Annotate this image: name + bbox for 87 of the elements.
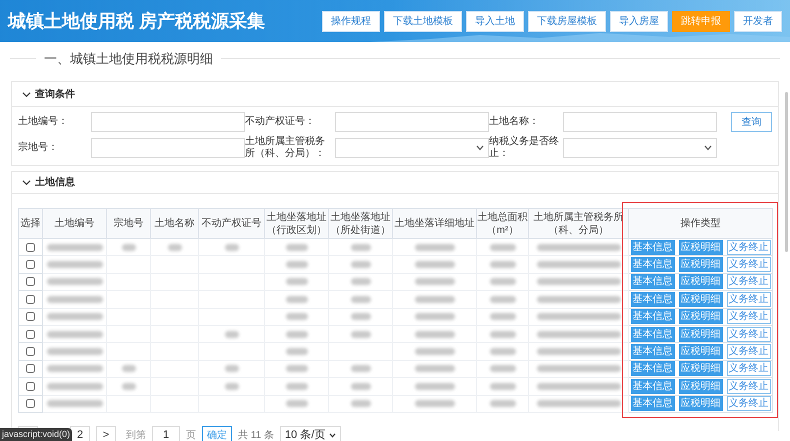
action-button[interactable]: 应税明细 — [678, 378, 722, 394]
page-title: 城镇土地使用税 房产税税源采集 — [8, 10, 266, 32]
action-button[interactable]: 基本信息 — [630, 326, 674, 342]
field-label: 土地名称： — [489, 116, 540, 128]
action-button[interactable]: 应税明细 — [678, 361, 722, 376]
header-button[interactable]: 操作规程 — [322, 10, 380, 32]
search-button[interactable]: 查询 — [731, 112, 772, 132]
column-header: 操作类型 — [680, 217, 722, 230]
column-header: 土地坐落详细地址 — [394, 217, 476, 230]
action-button[interactable]: 义务终止 — [726, 378, 770, 394]
row-checkbox[interactable] — [26, 399, 35, 408]
action-button[interactable]: 义务终止 — [726, 274, 770, 290]
header-button[interactable]: 导入土地 — [466, 10, 524, 32]
action-button[interactable]: 义务终止 — [726, 240, 770, 255]
action-button[interactable]: 应税明细 — [678, 274, 722, 290]
input-field[interactable] — [91, 138, 245, 158]
action-button[interactable]: 基本信息 — [630, 292, 674, 307]
header-button[interactable]: 导入房屋 — [610, 10, 668, 32]
goto-label: 到第 — [126, 428, 146, 441]
action-button[interactable]: 应税明细 — [678, 257, 722, 272]
action-button[interactable]: 义务终止 — [726, 396, 770, 412]
header-button[interactable]: 下载土地模板 — [384, 10, 462, 32]
row-checkbox[interactable] — [26, 382, 35, 391]
input-field[interactable] — [335, 112, 489, 132]
caret-icon — [704, 145, 712, 151]
row-checkbox[interactable] — [26, 277, 35, 286]
chevron-icon[interactable] — [22, 178, 31, 187]
column-header: 选择 — [20, 217, 42, 230]
caret-icon — [476, 145, 484, 151]
action-button[interactable]: 基本信息 — [630, 344, 674, 360]
confirm-button[interactable]: 确定 — [202, 426, 232, 441]
field-label: 纳税义务是否终止： — [489, 136, 560, 160]
action-button[interactable]: 应税明细 — [678, 344, 722, 360]
column-header: 土地名称 — [154, 217, 196, 230]
action-button[interactable]: 应税明细 — [678, 292, 722, 307]
caret-icon — [329, 432, 336, 438]
action-button[interactable]: 义务终止 — [726, 344, 770, 360]
section-title: 一、城镇土地使用税税源明细 — [44, 50, 213, 68]
action-button[interactable]: 义务终止 — [726, 257, 770, 272]
action-button[interactable]: 义务终止 — [726, 326, 770, 342]
panel-title: 查询条件 — [35, 88, 75, 102]
action-button[interactable]: 应税明细 — [678, 240, 722, 255]
column-header: 土地编号 — [54, 217, 96, 230]
url-tooltip: javascript:void(0) — [0, 428, 72, 441]
action-button[interactable]: 基本信息 — [630, 309, 674, 324]
row-checkbox[interactable] — [26, 294, 35, 304]
next-page-button[interactable]: > — [96, 426, 116, 441]
field-label: 土地所属主管税务所（科、分局）： — [245, 136, 326, 160]
input-field[interactable] — [91, 112, 245, 132]
column-header: 不动产权证号 — [200, 217, 262, 230]
column-header: 土地总面积 （m²） — [477, 210, 528, 236]
field-label: 宗地号： — [18, 142, 59, 154]
action-button[interactable]: 应税明细 — [678, 309, 722, 324]
column-header: 土地坐落地址 （所处街道） — [330, 210, 392, 236]
row-checkbox[interactable] — [26, 242, 35, 252]
action-button[interactable]: 义务终止 — [726, 309, 770, 324]
page-input[interactable]: 1 — [152, 426, 180, 441]
row-checkbox[interactable] — [26, 260, 35, 269]
page-size-select[interactable]: 10 条/页 — [280, 426, 342, 441]
header-button[interactable]: 开发者 — [734, 10, 782, 32]
select-field[interactable] — [563, 138, 717, 158]
action-button[interactable]: 基本信息 — [630, 274, 674, 290]
action-button[interactable]: 基本信息 — [630, 240, 674, 255]
header-button[interactable]: 下载房屋模板 — [528, 10, 606, 32]
column-header: 土地坐落地址 （行政区划） — [266, 210, 328, 236]
action-button[interactable]: 应税明细 — [678, 396, 722, 412]
column-header: 宗地号 — [112, 217, 144, 230]
action-button[interactable]: 基本信息 — [630, 361, 674, 376]
header-button[interactable]: 跳转申报 — [672, 10, 730, 32]
field-label: 不动产权证号： — [245, 116, 316, 128]
field-label: 土地编号： — [18, 116, 69, 128]
action-button[interactable]: 义务终止 — [726, 292, 770, 307]
row-checkbox[interactable] — [26, 364, 35, 374]
panel-title: 土地信息 — [35, 176, 75, 190]
input-field[interactable] — [563, 112, 717, 132]
action-button[interactable]: 基本信息 — [630, 378, 674, 394]
row-checkbox[interactable] — [26, 312, 35, 322]
action-button[interactable]: 义务终止 — [726, 361, 770, 376]
total-count: 共 11 条 — [238, 428, 274, 441]
chevron-icon[interactable] — [22, 90, 31, 98]
row-checkbox[interactable] — [26, 330, 35, 338]
action-button[interactable]: 基本信息 — [630, 396, 674, 412]
action-button[interactable]: 基本信息 — [630, 257, 674, 272]
select-field[interactable] — [335, 138, 489, 158]
page-unit: 页 — [186, 428, 196, 441]
action-button[interactable]: 应税明细 — [678, 326, 722, 342]
row-checkbox[interactable] — [26, 346, 35, 356]
